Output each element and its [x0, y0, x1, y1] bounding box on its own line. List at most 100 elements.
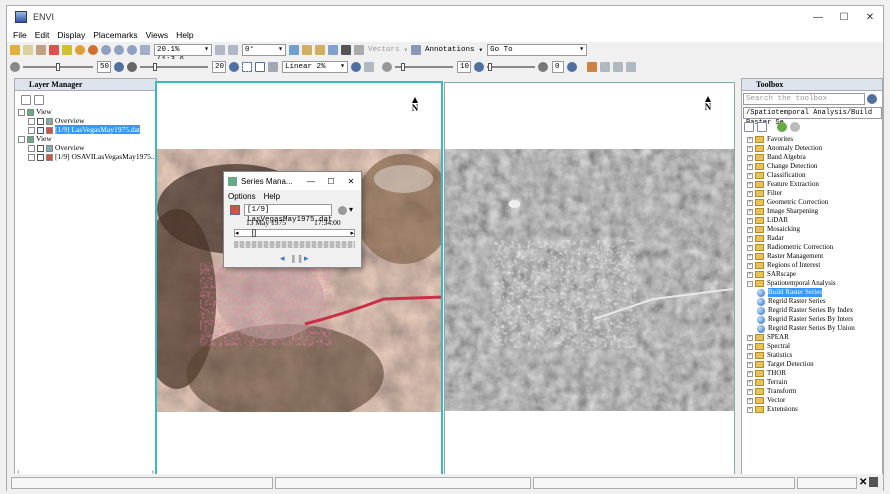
brightness-knob[interactable] — [56, 63, 60, 71]
portal-icon[interactable] — [328, 45, 338, 55]
layout-3-icon[interactable] — [626, 62, 636, 72]
layer-tree-raster-2[interactable]: [1/9] OSAVILasVegasMay1975... — [28, 152, 157, 161]
menu-placemarks[interactable]: Placemarks — [93, 30, 137, 40]
toolbox-path-field[interactable]: /Spatiotemporal Analysis/Build Raster Se — [743, 107, 882, 127]
stretch-dropdown[interactable]: Linear 2% — [282, 61, 348, 73]
toolbox-folder-item[interactable]: + Anomaly Detection — [747, 144, 822, 153]
layer-tree-overview-2[interactable]: Overview — [28, 143, 85, 152]
zoom-out-icon[interactable] — [127, 45, 137, 55]
toolbox-folder-item[interactable]: + Extensions — [747, 405, 798, 414]
collapse-all-icon[interactable] — [34, 95, 44, 105]
series-settings-chevron-icon[interactable]: ▾ — [349, 205, 353, 214]
collapse-toggle-icon[interactable]: − — [747, 280, 753, 287]
minimize-button[interactable]: — — [805, 6, 831, 28]
expand-all-icon[interactable] — [21, 95, 31, 105]
toolbox-tool-item[interactable]: Regrid Raster Series By Union — [757, 324, 855, 333]
expand-toggle-icon[interactable] — [28, 126, 35, 134]
series-minimize-button[interactable]: — — [301, 177, 321, 186]
toolbox-folder-item[interactable]: + Target Detection — [747, 360, 814, 369]
view-right[interactable]: N — [444, 82, 735, 479]
vectors-icon[interactable] — [354, 45, 364, 55]
zoom-in-icon[interactable] — [114, 45, 124, 55]
series-settings-icon[interactable] — [338, 206, 347, 215]
expand-toggle-icon[interactable]: + — [747, 145, 753, 152]
expand-toggle-icon[interactable]: + — [747, 388, 753, 395]
expand-toggle-icon[interactable]: + — [747, 379, 753, 386]
fly-icon[interactable] — [88, 45, 98, 55]
toolbox-folder-item[interactable]: + Classification — [747, 171, 806, 180]
toolbox-folder-item[interactable]: + SPEAR — [747, 333, 789, 342]
chip-icon[interactable] — [341, 45, 351, 55]
slider-right-arrow-icon[interactable]: ▸ — [350, 229, 354, 237]
toolbox-folder-item[interactable]: + SARscape — [747, 270, 796, 279]
expand-toggle-icon[interactable]: + — [747, 235, 753, 242]
menu-help[interactable]: Help — [176, 30, 193, 40]
expand-toggle-icon[interactable]: + — [747, 334, 753, 341]
toolbox-folder-item[interactable]: − Spatiotemporal Analysis — [747, 279, 836, 288]
toolbox-folder-item[interactable]: + Radiometric Correction — [747, 243, 833, 252]
select-icon[interactable] — [62, 45, 72, 55]
toolbox-folder-item[interactable]: + Radar — [747, 234, 784, 243]
collapse-toggle-icon[interactable] — [18, 135, 25, 143]
toolbox-folder-item[interactable]: + Spectral — [747, 342, 790, 351]
reset-transparency-icon[interactable] — [567, 62, 577, 72]
expand-toggle-icon[interactable]: + — [747, 136, 753, 143]
series-maximize-button[interactable]: ☐ — [321, 177, 341, 186]
expand-toggle-icon[interactable]: + — [747, 217, 753, 224]
rotation-dropdown[interactable]: 0° — [242, 44, 286, 56]
toolbox-tool-item[interactable]: Build Raster Series — [757, 288, 823, 297]
collapse-toggle-icon[interactable] — [18, 108, 25, 116]
contrast-input[interactable]: 20 — [212, 61, 226, 73]
expand-toggle-icon[interactable]: + — [747, 352, 753, 359]
toolbox-folder-item[interactable]: + Mosaicking — [747, 225, 800, 234]
expand-toggle-icon[interactable]: + — [747, 262, 753, 269]
toolbox-folder-item[interactable]: + THOR — [747, 369, 786, 378]
toolbox-folder-item[interactable]: + Transform — [747, 387, 796, 396]
measure-icon[interactable] — [315, 45, 325, 55]
visibility-checkbox[interactable] — [37, 144, 44, 152]
menu-views[interactable]: Views — [146, 30, 169, 40]
toolbox-folder-item[interactable]: + Vector — [747, 396, 785, 405]
toolbox-folder-item[interactable]: + Statistics — [747, 351, 792, 360]
refresh-stretch-icon[interactable] — [351, 62, 361, 72]
process-manager-icon[interactable] — [869, 477, 878, 487]
view-left[interactable]: N — [155, 81, 443, 479]
contrast-slider[interactable] — [140, 63, 208, 71]
reset-contrast-icon[interactable] — [229, 62, 239, 72]
contrast-knob[interactable] — [153, 63, 157, 71]
zoom-icon[interactable] — [101, 45, 111, 55]
toolbox-folder-item[interactable]: + Band Algebra — [747, 153, 806, 162]
layout-2-icon[interactable] — [613, 62, 623, 72]
toolbox-collapse-icon[interactable] — [757, 122, 767, 132]
layer-tree-view-1[interactable]: View — [18, 107, 52, 116]
reset-brightness-icon[interactable] — [114, 62, 124, 72]
series-menu-help[interactable]: Help — [264, 192, 280, 201]
vectors-menu[interactable]: Vectors — [368, 46, 400, 54]
menu-file[interactable]: File — [13, 30, 27, 40]
toolbox-unfavorite-icon[interactable] — [790, 122, 800, 132]
rotate-icon[interactable] — [215, 45, 225, 55]
expand-toggle-icon[interactable]: + — [747, 406, 753, 413]
toolbox-folder-item[interactable]: + Terrain — [747, 378, 787, 387]
sharpen-input[interactable]: 10 — [457, 61, 471, 73]
toolbox-favorite-icon[interactable] — [777, 122, 787, 132]
annotations-icon[interactable] — [411, 45, 422, 55]
crosshair-icon[interactable] — [302, 45, 312, 55]
toolbox-tool-item[interactable]: Regrid Raster Series By Inters — [757, 315, 853, 324]
pan-icon[interactable] — [75, 45, 85, 55]
brightness-slider[interactable] — [23, 63, 93, 71]
toolbox-folder-item[interactable]: + LiDAR — [747, 216, 788, 225]
histogram-icon[interactable] — [268, 62, 278, 72]
toolbox-tool-item[interactable]: Regrid Raster Series By Index — [757, 306, 853, 315]
expand-toggle-icon[interactable] — [28, 153, 35, 161]
expand-toggle-icon[interactable]: + — [747, 208, 753, 215]
annotations-chevron-icon[interactable]: ▾ — [479, 45, 484, 55]
fit-to-view-icon[interactable] — [140, 45, 150, 55]
full-extent-icon[interactable] — [255, 62, 265, 72]
series-slider-knob[interactable] — [252, 229, 257, 237]
annotations-menu[interactable]: Annotations — [425, 46, 475, 54]
expand-toggle-icon[interactable]: + — [747, 271, 753, 278]
reset-sharpen-icon[interactable] — [474, 62, 484, 72]
link-views-icon[interactable] — [289, 45, 299, 55]
transparency-slider[interactable] — [487, 63, 535, 71]
